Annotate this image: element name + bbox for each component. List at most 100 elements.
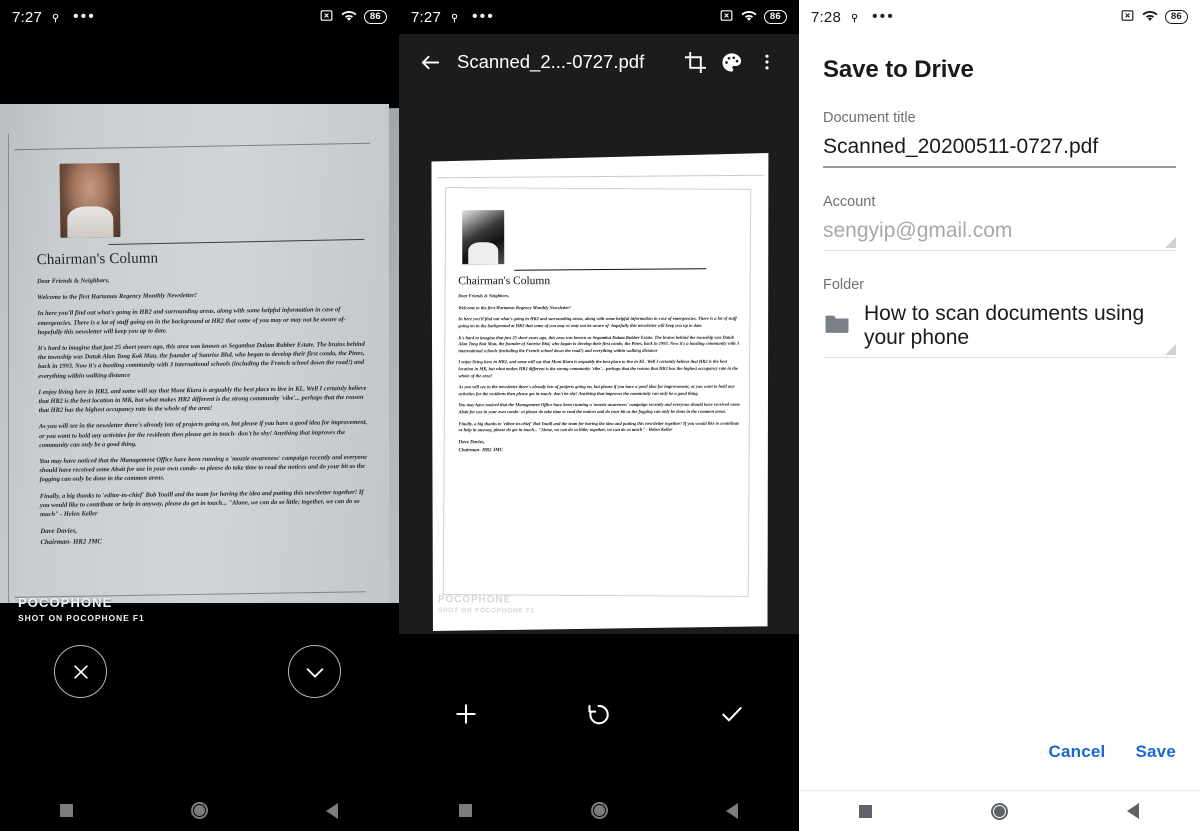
- panel-scan-editor: 7:27 ••• 86 Scanned_2...-0727.pdf Chairm…: [399, 0, 799, 831]
- field-underline: [823, 356, 1176, 358]
- color-palette-icon[interactable]: [713, 44, 749, 80]
- account-label: Account: [823, 193, 876, 210]
- home-icon: [190, 802, 208, 819]
- three-panel-screenshot: 7:27 ••• 86 Chairman's Column Dear Frien…: [0, 0, 1200, 831]
- status-icons: 86: [719, 8, 787, 27]
- page-fold-line: [437, 175, 763, 179]
- account-field[interactable]: Account sengyip@gmail.com: [823, 194, 1176, 251]
- document-title-label: Document title: [823, 110, 916, 126]
- recents-button[interactable]: [399, 804, 532, 817]
- camera-viewfinder[interactable]: Chairman's Column Dear Friends & Neighbo…: [0, 34, 399, 637]
- document-title-field[interactable]: Document title Scanned_20200511-0727.pdf: [823, 110, 1176, 168]
- battery-icon: 86: [363, 10, 387, 24]
- location-icon: [448, 11, 461, 24]
- document-content-live: Chairman's Column Dear Friends & Neighbo…: [18, 160, 379, 549]
- editor-title: Scanned_2...-0727.pdf: [457, 51, 645, 72]
- panel-camera-capture: 7:27 ••• 86 Chairman's Column Dear Frien…: [0, 0, 399, 831]
- home-button[interactable]: [133, 802, 266, 819]
- doc-paragraph: You may have noticed that the Management…: [39, 453, 368, 484]
- folder-row[interactable]: How to scan documents using your phone: [823, 302, 1176, 357]
- cancel-capture-button[interactable]: [54, 645, 107, 698]
- recents-button[interactable]: [0, 804, 133, 817]
- document-body: Dear Friends & Neighbors, Welcome to the…: [37, 273, 370, 520]
- back-button[interactable]: [1066, 803, 1200, 819]
- dialog-actions: Cancel Save: [1049, 742, 1200, 762]
- field-underline: [823, 166, 1176, 168]
- back-button[interactable]: [666, 802, 799, 819]
- folder-field[interactable]: Folder How to scan documents using your …: [823, 277, 1176, 358]
- doc-paragraph: As you will see in the newsletter there'…: [458, 383, 735, 396]
- recents-button[interactable]: [799, 804, 933, 818]
- back-button[interactable]: [266, 802, 399, 819]
- status-bar-camera: 7:27 ••• 86: [0, 0, 399, 34]
- save-button[interactable]: Save: [1135, 742, 1176, 762]
- page-title: Save to Drive: [823, 56, 974, 83]
- doc-paragraph: Finally, a big thanks to 'editor-in-chie…: [458, 419, 740, 433]
- android-navbar-editor: [399, 790, 799, 831]
- recents-icon: [459, 804, 473, 817]
- doc-paragraph: You may have noticed that the Management…: [458, 401, 740, 414]
- android-navbar-camera: [0, 790, 399, 831]
- back-arrow-icon[interactable]: [413, 45, 447, 79]
- home-icon: [990, 802, 1008, 820]
- no-sim-icon: [1120, 8, 1135, 27]
- doc-paragraph: Welcome to the first Hartamas Regency Mo…: [37, 292, 198, 302]
- watermark-brand: POCOPHONE: [18, 595, 113, 610]
- no-sim-icon: [319, 8, 334, 27]
- no-sim-icon: [719, 8, 734, 27]
- home-button[interactable]: [532, 802, 665, 819]
- folder-icon: [823, 312, 851, 340]
- home-button[interactable]: [933, 802, 1067, 820]
- doc-paragraph: Welcome to the first Hartamas Regency Mo…: [458, 304, 572, 310]
- panel-save-to-drive: 7:28 ••• 86 Save to Drive Document title…: [799, 0, 1200, 831]
- viewfinder-letterbox: [0, 34, 399, 104]
- chairman-portrait: [59, 163, 121, 238]
- page-left-edge: [8, 134, 9, 604]
- done-button[interactable]: [708, 690, 756, 738]
- add-page-button[interactable]: [442, 690, 490, 738]
- account-value[interactable]: sengyip@gmail.com: [823, 219, 1176, 250]
- document-title-input[interactable]: Scanned_20200511-0727.pdf: [823, 135, 1176, 166]
- document-body: Dear Friends & Neighbors, Welcome to the…: [458, 293, 742, 434]
- camera-controls: [0, 603, 399, 790]
- android-navbar-save: [799, 790, 1200, 831]
- back-icon: [1127, 803, 1140, 819]
- status-time: 7:27: [411, 8, 441, 26]
- status-time: 7:28: [811, 8, 841, 26]
- doc-paragraph: Dear Friends & Neighbors,: [458, 293, 510, 299]
- doc-paragraph: In here you'll find out what's going in …: [37, 306, 346, 336]
- doc-paragraph: It's hard to imagine that just 25 short …: [458, 334, 740, 353]
- signature-title: Chairman- HR2 JMC: [458, 447, 504, 453]
- crop-icon[interactable]: [677, 44, 713, 80]
- doc-paragraph: I enjoy living here in HR2, and some wil…: [458, 358, 739, 378]
- recents-icon: [60, 804, 73, 817]
- more-vert-icon[interactable]: [749, 44, 785, 80]
- folder-label: Folder: [823, 276, 865, 293]
- location-icon: [49, 11, 62, 24]
- wifi-icon: [741, 9, 757, 26]
- recents-icon: [859, 804, 873, 818]
- document-signature: Dave Davies, Chairman- HR2 JMC: [459, 438, 743, 454]
- scan-page-preview[interactable]: Chairman's Column Dear Friends & Neighbo…: [428, 151, 771, 633]
- chevron-down-icon[interactable]: [1165, 343, 1176, 355]
- doc-paragraph: In here you'll find out what's going in …: [458, 315, 738, 328]
- chevron-down-icon[interactable]: [1165, 236, 1176, 248]
- doc-paragraph: Dear Friends & Neighbors,: [36, 277, 110, 286]
- document-heading: Chairman's Column: [458, 274, 551, 288]
- wifi-icon: [1142, 9, 1158, 26]
- confirm-capture-button[interactable]: [288, 645, 341, 698]
- signature-name: Dave Davies,: [458, 439, 486, 445]
- cancel-button[interactable]: Cancel: [1049, 742, 1106, 762]
- pocophone-watermark: POCOPHONE SHOT ON POCOPHONE F1: [18, 595, 145, 623]
- rotate-page-button[interactable]: [575, 690, 623, 738]
- field-underline: [823, 249, 1176, 251]
- more-icon: •••: [872, 8, 895, 25]
- location-icon: [848, 11, 861, 24]
- editor-app-bar: Scanned_2...-0727.pdf: [399, 34, 799, 90]
- scan-page-surface: Chairman's Column Dear Friends & Neighbo…: [428, 151, 771, 633]
- status-time: 7:27: [12, 8, 42, 26]
- status-icons: 86: [1120, 8, 1188, 27]
- watermark-tagline: SHOT ON POCOPHONE F1: [18, 613, 145, 623]
- battery-icon: 86: [763, 10, 787, 24]
- editor-bottom-toolbar: [399, 634, 799, 790]
